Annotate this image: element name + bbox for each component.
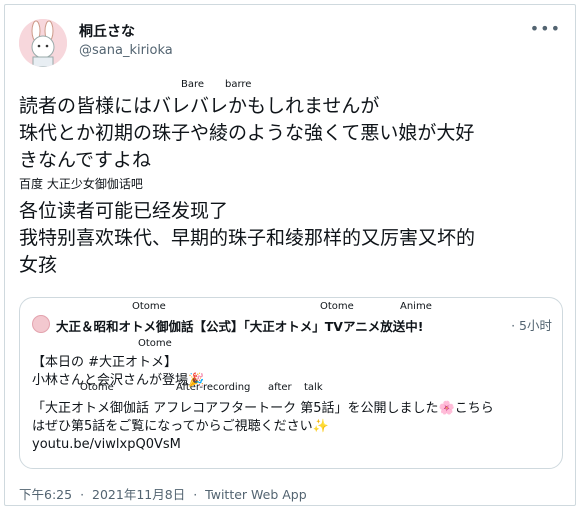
quoted-line: 小林さんと会沢さんが登場🎉 <box>32 373 205 388</box>
quoted-text: 【本日の #大正オトメ】 小林さんと会沢さんが登場🎉 「大正オトメ御伽話 アフレ… <box>32 354 557 454</box>
tweet-card: 桐丘さな @sana_kirioka ••• Bare barre 読者の皆様に… <box>4 4 576 506</box>
avatar[interactable] <box>19 19 67 67</box>
quoted-tweet[interactable]: Otome Otome Anime 大正＆昭和オトメ御伽話【公式】「大正オトメ」… <box>19 297 563 469</box>
ruby-annotation: barre <box>225 79 252 90</box>
quoted-author-name[interactable]: 大正＆昭和オトメ御伽話【公式】「大正オトメ」TVアニメ放送中! <box>56 316 423 335</box>
translation-source[interactable]: 百度 大正少女御伽话吧 <box>19 175 143 192</box>
tweet-date[interactable]: 2021年11月8日 <box>92 487 185 502</box>
author-handle[interactable]: @sana_kirioka <box>79 43 173 58</box>
translation-text: 各位读者可能已经发现了 我特别喜欢珠代、早期的珠子和绫那样的又厉害又坏的 女孩 <box>19 198 559 279</box>
more-dots-icon[interactable]: ••• <box>530 19 561 38</box>
tweet-time[interactable]: 下午6:25 <box>19 487 72 502</box>
quoted-line: はぜひ第5話をご覧になってからご視聴ください✨ <box>32 419 329 434</box>
ruby-annotation: Anime <box>400 301 432 312</box>
tweet-text-line: 読者の皆様にはバレバレかもしれませんが <box>19 95 380 117</box>
tweet-text: 読者の皆様にはバレバレかもしれませんが 珠代とか初期の珠子や綾のような強くて悪い… <box>19 93 559 174</box>
translation-line: 各位读者可能已经发现了 <box>19 200 229 222</box>
tweet-client[interactable]: Twitter Web App <box>205 487 307 502</box>
ruby-annotation: Otome <box>138 338 172 349</box>
ruby-annotation: Otome <box>132 301 166 312</box>
quoted-avatar[interactable] <box>32 315 50 333</box>
tweet-meta: 下午6:25 · 2021年11月8日 · Twitter Web App <box>19 484 311 503</box>
ruby-annotation: Otome <box>320 301 354 312</box>
ruby-annotation: Bare <box>181 79 205 90</box>
translation-line: 女孩 <box>19 254 58 276</box>
quoted-link[interactable]: youtu.be/viwlxpQ0VsM <box>32 436 557 454</box>
separator: · <box>193 487 198 502</box>
tweet-text-line: 珠代とか初期の珠子や綾のような強くて悪い娘が大好 <box>19 122 475 144</box>
author-name[interactable]: 桐丘さな <box>79 21 135 41</box>
translation-line: 我特别喜欢珠代、早期的珠子和绫那样的又厉害又坏的 <box>19 227 476 249</box>
quoted-timestamp[interactable]: · 5小时 <box>511 315 552 334</box>
quoted-line: 【本日の #大正オトメ】 <box>32 355 178 370</box>
separator: · <box>80 487 85 502</box>
quoted-line: 「大正オトメ御伽話 アフレコアフタートーク 第5話」を公開しました🌸こちら <box>32 401 494 416</box>
tweet-text-line: きなんですよね <box>19 149 152 171</box>
